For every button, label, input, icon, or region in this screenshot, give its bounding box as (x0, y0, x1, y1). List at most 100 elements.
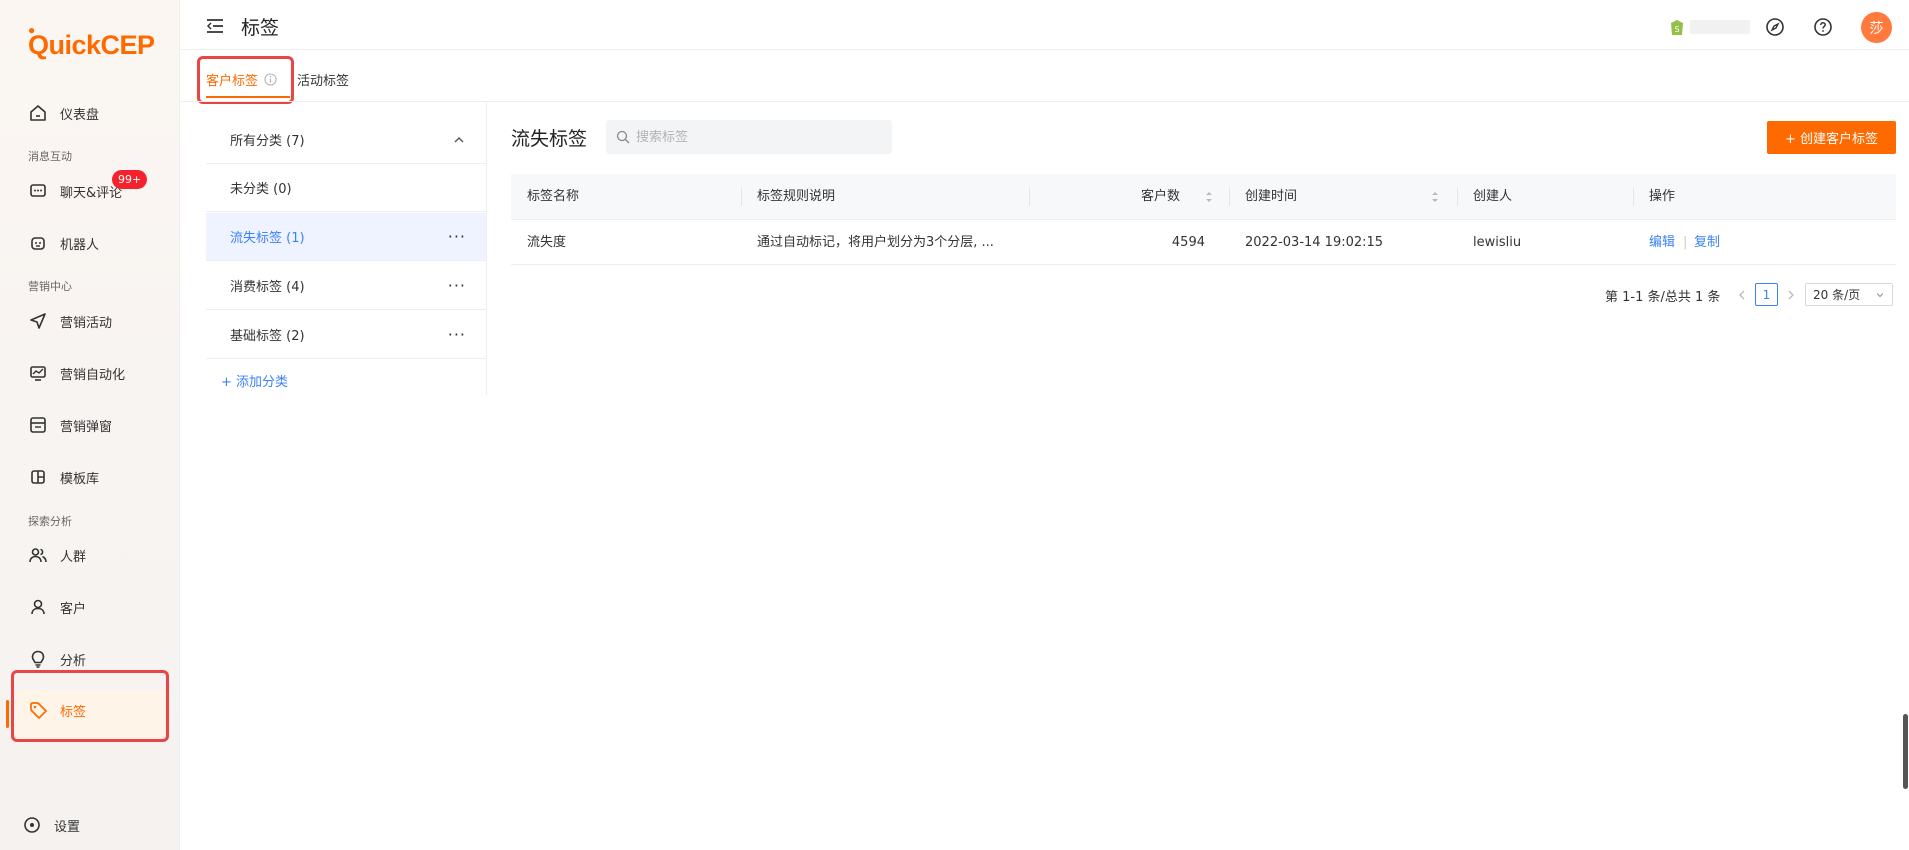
category-consumption[interactable]: 消费标签 (4) ··· (206, 262, 486, 310)
sidebar-item-chat[interactable]: 聊天&评论 (28, 179, 122, 203)
column-header-name: 标签名称 (527, 189, 580, 204)
sidebar-item-label: 分析 (60, 653, 87, 669)
next-page-icon[interactable] (1786, 288, 1796, 302)
section-label-marketing: 营销中心 (28, 280, 72, 293)
sidebar-item-label: 营销自动化 (60, 367, 126, 383)
active-nav-indicator (6, 700, 9, 728)
column-header-actions: 操作 (1649, 189, 1676, 204)
home-icon (28, 103, 48, 123)
sidebar-item-automation[interactable]: 营销自动化 (28, 361, 125, 385)
category-basic[interactable]: 基础标签 (2) ··· (206, 311, 486, 359)
settings-button[interactable]: 设置 (22, 813, 80, 837)
help-icon[interactable] (1813, 17, 1833, 37)
more-icon[interactable]: ··· (448, 227, 466, 246)
cell-count: 4594 (1171, 235, 1205, 250)
user-icon (28, 597, 48, 617)
pagination-summary: 第 1-1 条/总共 1 条 (1605, 290, 1721, 305)
column-divider (1229, 188, 1230, 206)
settings-label: 设置 (54, 819, 81, 835)
sort-icon[interactable] (1431, 190, 1439, 204)
compass-icon[interactable] (1765, 17, 1785, 37)
column-header-count[interactable]: 客户数 (1141, 174, 1180, 220)
sidebar-item-dashboard[interactable]: 仪表盘 (28, 101, 99, 125)
sort-icon[interactable] (1205, 190, 1213, 204)
cell-creator: lewisliu (1473, 235, 1522, 250)
column-divider (741, 188, 742, 206)
chevron-up-icon[interactable] (452, 133, 466, 147)
create-customer-tag-button[interactable]: + 创建客户标签 (1767, 121, 1896, 154)
bulb-icon (28, 649, 48, 669)
settings-icon (22, 815, 42, 835)
category-churn[interactable]: 流失标签 (1) ··· (206, 213, 486, 261)
prev-page-icon[interactable] (1737, 288, 1747, 302)
column-header-creator: 创建人 (1473, 189, 1513, 204)
sidebar-item-label: 客户 (60, 601, 87, 617)
edit-link[interactable]: 编辑 (1649, 220, 1675, 265)
category-uncategorized[interactable]: 未分类 (0) (206, 164, 486, 212)
table-header: 标签名称 标签规则说明 客户数 创建时间 创建人 操作 (511, 174, 1896, 220)
highlight-box-customer-tags (197, 56, 294, 104)
column-divider (1457, 188, 1458, 206)
search-box[interactable] (606, 120, 892, 154)
cell-tag-name: 流失度 (527, 235, 567, 250)
column-header-rule: 标签规则说明 (757, 189, 836, 204)
highlight-box-tags (11, 670, 169, 742)
unread-badge: 99+ (112, 170, 148, 189)
copy-link[interactable]: 复制 (1694, 220, 1720, 265)
robot-icon (28, 233, 48, 253)
sidebar-item-label: 营销弹窗 (60, 419, 113, 435)
column-header-created-at[interactable]: 创建时间 (1245, 174, 1297, 220)
monitor-chart-icon (28, 363, 48, 383)
sidebar-item-template[interactable]: 模板库 (28, 465, 99, 489)
search-input[interactable] (636, 129, 876, 145)
page-number: 1 (1762, 287, 1771, 302)
window-icon (28, 415, 48, 435)
cell-created-at: 2022-03-14 19:02:15 (1245, 235, 1384, 250)
category-label: 未分类 (0) (230, 182, 292, 197)
scrollbar-thumb[interactable] (1903, 714, 1908, 789)
quickcep-logo[interactable]: Q ● uickCEP (28, 23, 155, 61)
more-icon[interactable]: ··· (448, 325, 466, 344)
sidebar-item-label: 人群 (60, 549, 87, 565)
shopify-icon[interactable]: S (1668, 17, 1686, 37)
top-header (181, 0, 1909, 50)
page-title: 标签 (241, 17, 280, 39)
page-1-button[interactable]: 1 (1755, 283, 1778, 306)
sidebar-item-label: 机器人 (60, 237, 100, 253)
sidebar-item-campaign[interactable]: 营销活动 (28, 309, 112, 333)
avatar-text: 莎 (1869, 20, 1884, 37)
sidebar-item-popup[interactable]: 营销弹窗 (28, 413, 112, 437)
section-label-messages: 消息互动 (28, 150, 72, 163)
store-name-blurred[interactable] (1690, 20, 1750, 34)
page-size-value: 20 条/页 (1813, 288, 1861, 302)
action-separator: | (1683, 235, 1688, 250)
template-icon (28, 467, 48, 487)
tab-activity-tags[interactable]: 活动标签 (297, 70, 349, 89)
sidebar-item-robot[interactable]: 机器人 (28, 231, 99, 255)
category-label: 流失标签 (1) (230, 231, 305, 246)
category-label: 基础标签 (2) (230, 329, 305, 344)
section-title: 流失标签 (511, 128, 588, 150)
chat-icon (28, 181, 48, 201)
page-size-select[interactable]: 20 条/页 (1805, 283, 1893, 306)
search-icon (616, 130, 630, 144)
table-row: 流失度 通过自动标记，将用户划分为3个分层, ... 4594 2022-03-… (511, 220, 1896, 265)
avatar[interactable]: 莎 (1861, 12, 1892, 43)
sidebar-item-label: 模板库 (60, 471, 100, 487)
category-label: 消费标签 (4) (230, 280, 305, 295)
column-divider (1029, 188, 1030, 206)
sidebar-item-audience[interactable]: 人群 (28, 543, 86, 567)
chevron-down-icon (1875, 290, 1885, 300)
section-label-explore: 探索分析 (28, 515, 72, 528)
menu-collapse-icon[interactable] (205, 16, 225, 36)
sidebar-item-analysis[interactable]: 分析 (28, 647, 86, 671)
sidebar-item-customer[interactable]: 客户 (28, 595, 86, 619)
svg-text:S: S (1674, 25, 1679, 34)
cell-rule: 通过自动标记，将用户划分为3个分层, ... (757, 235, 994, 250)
add-category-button[interactable]: + 添加分类 (221, 371, 288, 390)
category-label: 所有分类 (7) (230, 134, 305, 149)
send-icon (28, 311, 48, 331)
sidebar-item-label: 仪表盘 (60, 107, 100, 123)
category-all[interactable]: 所有分类 (7) (206, 116, 486, 164)
more-icon[interactable]: ··· (448, 276, 466, 295)
